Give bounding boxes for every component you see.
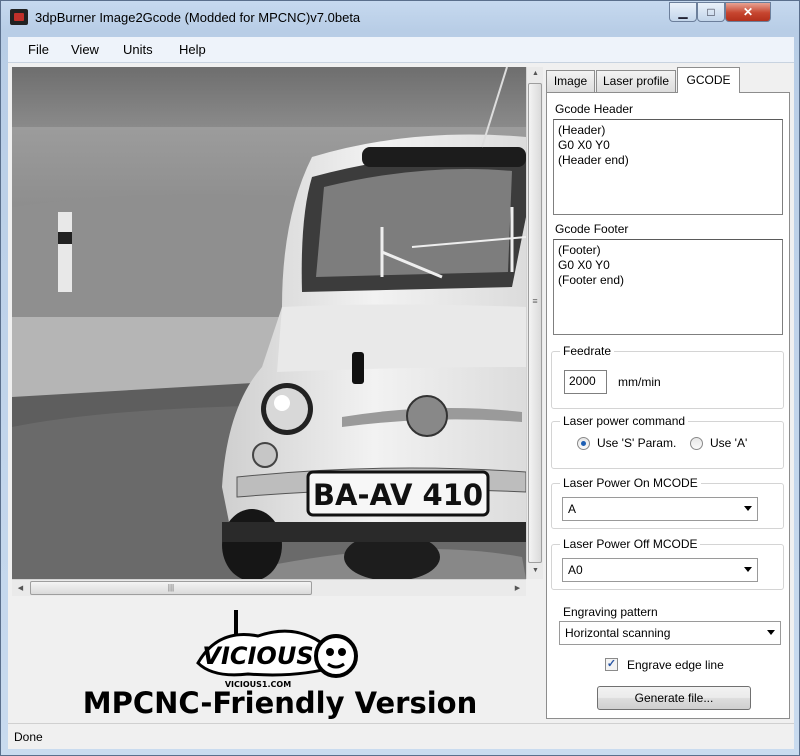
status-text: Done (14, 730, 43, 744)
close-button[interactable]: ✕ (725, 2, 771, 22)
scroll-down-arrow-icon[interactable]: ▼ (527, 567, 544, 574)
laser-on-value: A (568, 502, 577, 516)
chevron-down-icon (744, 506, 752, 511)
tab-laser-profile[interactable]: Laser profile (596, 70, 676, 92)
status-bar: Done (8, 723, 794, 749)
gcode-footer-textbox[interactable]: (Footer) G0 X0 Y0 (Footer end) (553, 239, 783, 335)
app-window: 3dpBurner Image2Gcode (Modded for MPCNC)… (0, 0, 800, 756)
menu-help[interactable]: Help (179, 42, 206, 57)
feedrate-label: Feedrate (560, 344, 615, 358)
laser-off-label: Laser Power Off MCODE (560, 537, 701, 551)
logo-text: VICIOUS (202, 642, 313, 670)
gcode-header-label: Gcode Header (555, 102, 634, 116)
image-preview[interactable]: BA-AV 410 (12, 67, 526, 579)
tab-image[interactable]: Image (546, 70, 595, 92)
feedrate-input[interactable]: 2000 (564, 370, 607, 394)
vertical-scroll-thumb[interactable]: ≡ (528, 83, 542, 563)
vicious-logo: VICIOUS VICIOUS1.COM (196, 610, 358, 689)
feedrate-unit: mm/min (618, 375, 661, 389)
vscroll-grip-icon: ≡ (532, 296, 538, 306)
laser-power-command-group: Laser power command Use 'S' Param. Use '… (551, 414, 784, 469)
version-caption: MPCNC-Friendly Version (82, 686, 478, 720)
chevron-down-icon (744, 567, 752, 572)
laser-on-group: Laser Power On MCODE A (551, 476, 784, 529)
menu-view[interactable]: View (71, 42, 99, 57)
menu-bar: File View Units Help (8, 37, 794, 63)
engraving-pattern-dropdown[interactable]: Horizontal scanning (559, 621, 781, 645)
laser-off-value: A0 (568, 563, 583, 577)
use-s-param-label: Use 'S' Param. (597, 436, 677, 450)
license-plate-text: BA-AV 410 (313, 478, 483, 512)
title-bar[interactable]: 3dpBurner Image2Gcode (Modded for MPCNC)… (1, 1, 799, 35)
menu-units[interactable]: Units (123, 42, 153, 57)
laser-off-dropdown[interactable]: A0 (562, 558, 758, 582)
scroll-right-arrow-icon[interactable]: ▶ (509, 584, 526, 592)
settings-panel: Image Laser profile GCODE Gcode Header (… (546, 67, 790, 719)
engrave-edge-line-label: Engrave edge line (627, 658, 724, 672)
vertical-scrollbar[interactable]: ▲ ≡ ▼ (526, 67, 543, 579)
laser-off-group: Laser Power Off MCODE A0 (551, 537, 784, 590)
main-area: BA-AV 410 ▲ ≡ ▼ ◀ ||| ▶ VICIOUS VICIOUS1… (8, 63, 794, 723)
feedrate-group: Feedrate 2000 mm/min (551, 344, 784, 409)
minimize-button[interactable]: ▁ (669, 2, 697, 22)
gcode-tab-content: Gcode Header (Header) G0 X0 Y0 (Header e… (546, 92, 790, 719)
horizontal-scrollbar[interactable]: ◀ ||| ▶ (12, 579, 526, 596)
engrave-edge-line-checkbox[interactable]: ✓ (605, 658, 618, 671)
chevron-down-icon (767, 630, 775, 635)
gcode-header-textbox[interactable]: (Header) G0 X0 Y0 (Header end) (553, 119, 783, 215)
menu-file[interactable]: File (28, 42, 49, 57)
use-a-label: Use 'A' (710, 436, 748, 450)
laser-on-dropdown[interactable]: A (562, 497, 758, 521)
scroll-up-arrow-icon[interactable]: ▲ (527, 70, 544, 77)
horizontal-scroll-thumb[interactable]: ||| (30, 581, 312, 595)
use-a-radio[interactable] (690, 437, 703, 450)
app-icon (10, 9, 28, 25)
tab-gcode[interactable]: GCODE (677, 67, 740, 93)
laser-on-label: Laser Power On MCODE (560, 476, 701, 490)
gcode-footer-label: Gcode Footer (555, 222, 629, 236)
use-s-param-radio[interactable] (577, 437, 590, 450)
scroll-left-arrow-icon[interactable]: ◀ (12, 584, 29, 592)
generate-file-button[interactable]: Generate file... (597, 686, 751, 710)
car-photo: BA-AV 410 (12, 67, 526, 579)
laser-power-command-label: Laser power command (560, 414, 689, 428)
maximize-button[interactable]: □ (697, 2, 725, 22)
engraving-pattern-value: Horizontal scanning (565, 626, 671, 640)
window-title: 3dpBurner Image2Gcode (Modded for MPCNC)… (35, 10, 361, 25)
engraving-pattern-label: Engraving pattern (563, 605, 658, 619)
